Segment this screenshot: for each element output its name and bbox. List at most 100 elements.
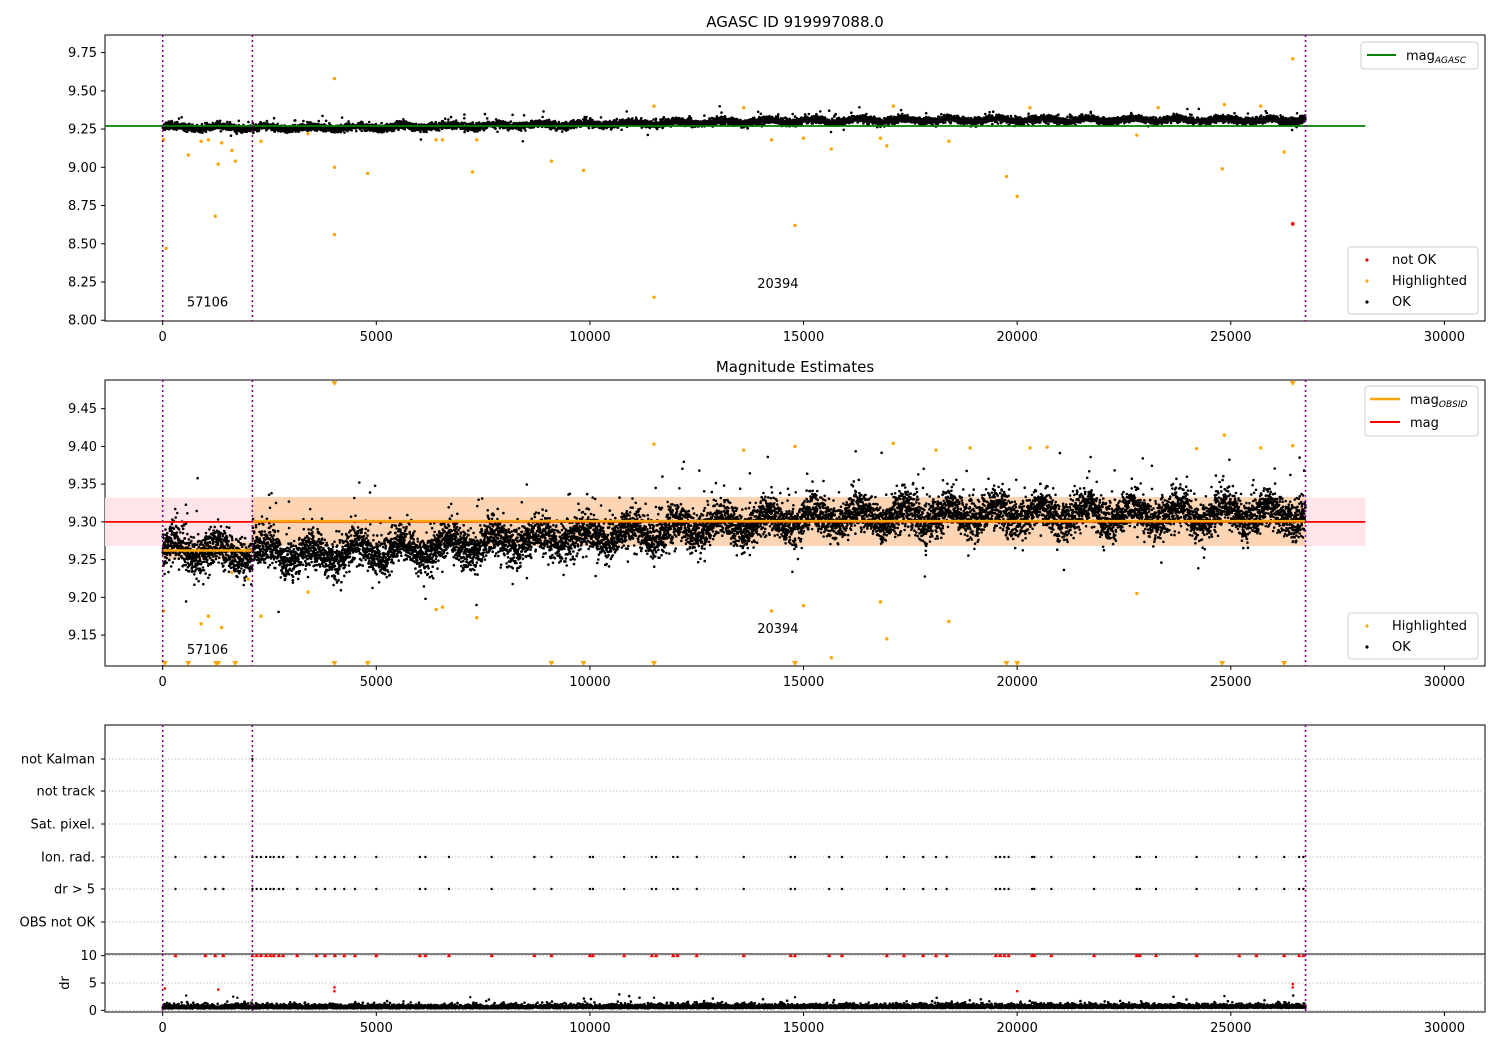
flag-point (1033, 887, 1036, 891)
highlighted-point (306, 590, 310, 594)
panel-agasc-data: 57106 20394 (105, 35, 1366, 321)
flag-point (1282, 855, 1286, 859)
highlighted-point (259, 139, 263, 143)
panel-dr-ylabel: dr (58, 976, 73, 990)
flag-point (343, 887, 346, 891)
flag-point (1030, 887, 1034, 891)
highlighted-point (1291, 57, 1295, 61)
flag-point (255, 887, 258, 891)
panel-agasc: AGASC ID 919997088.0 57106 20394 0 5000 100… (68, 13, 1486, 345)
dr-red-point (163, 987, 167, 990)
legend-mag-obsid-sub: OBSID (1439, 400, 1468, 410)
flag-point (588, 887, 592, 891)
agasc-ytick-label: 9.25 (68, 123, 97, 138)
highlighted-point (470, 170, 475, 174)
legend-mag-scatter: Highlighted OK (1347, 612, 1479, 660)
dr-xtick-label: 5000 (360, 1021, 393, 1036)
highlighted-point (199, 622, 203, 626)
flag-point (840, 855, 844, 859)
flag-point (934, 887, 938, 891)
flag-point (1135, 887, 1138, 891)
flag-label: Ion. rad. (41, 851, 95, 866)
flag-point (174, 855, 177, 859)
flag-point (1050, 855, 1053, 859)
dr-red-point (1015, 989, 1019, 993)
flag-point (921, 855, 925, 859)
flag-point (1282, 887, 1286, 891)
highlighted-point (1258, 104, 1263, 108)
highlighted-point (366, 171, 370, 176)
flag-point (622, 887, 626, 891)
legend-mag-agasc-base: mag (1406, 49, 1435, 64)
dr-xtick-label: 15000 (783, 1021, 824, 1036)
dr-red-point (1291, 982, 1295, 986)
legend-notok-marker (1365, 258, 1369, 262)
flag-point (269, 855, 272, 859)
highlighted-point (1028, 105, 1032, 110)
agasc-ytick-label: 8.50 (68, 237, 97, 252)
agasc-ytick-label: 8.00 (68, 314, 97, 329)
highlighted-point (213, 214, 217, 218)
flag-point (296, 887, 299, 891)
highlighted-point (829, 147, 834, 151)
flag-point (277, 855, 281, 859)
flag-point (1195, 887, 1198, 891)
flag-label: dr > 5 (54, 883, 95, 898)
flag-point (222, 887, 225, 891)
flag-point (1007, 855, 1010, 859)
flag-point (622, 855, 626, 859)
flag-point (1297, 887, 1301, 891)
flag-point (1297, 855, 1301, 859)
agasc-ytick-label: 9.00 (68, 161, 97, 176)
highlighted-point (891, 441, 895, 446)
panel-agasc-axes: 0 5000 10000 15000 20000 25000 30000 8.00 8.25 8.… (68, 46, 1465, 345)
agasc-xtick-label: 5000 (360, 330, 393, 345)
highlighted-point (440, 605, 445, 609)
mag-ytick-label: 9.45 (68, 402, 97, 417)
agasc-xtick-label: 20000 (996, 330, 1037, 345)
flag-point (533, 855, 536, 859)
highlighted-point (968, 446, 972, 450)
clipped-low-marker (1014, 661, 1021, 666)
highlighted-point (306, 131, 310, 136)
figure: AGASC ID 919997088.0 5710620394 0 5000 100… (20, 13, 1486, 1036)
highlighted-point (1222, 102, 1227, 107)
flag-point (695, 855, 698, 859)
flag-point (214, 887, 217, 891)
agasc-xtick-label: 10000 (569, 330, 610, 345)
dr-red-point (333, 986, 336, 989)
flag-point (1238, 855, 1241, 859)
dr-ok-points (161, 993, 1307, 1010)
highlighted-point (652, 442, 656, 446)
legend-mag-highlighted-label: Highlighted (1392, 619, 1467, 634)
flag-point (588, 855, 592, 859)
flag-point (375, 855, 378, 859)
flag-point (424, 855, 427, 859)
highlighted-point (1222, 433, 1227, 437)
flag-point (204, 855, 207, 859)
dr-xtick-label: 10000 (569, 1021, 610, 1036)
mag-xtick-label: 0 (159, 675, 167, 690)
clipped-low-marker (185, 661, 192, 666)
highlighted-point (259, 614, 263, 618)
flag-point (827, 887, 831, 891)
flag-point (840, 887, 844, 891)
flag-point (323, 887, 327, 891)
clipped-low-marker (580, 661, 587, 666)
dr-ytick-label: 10 (80, 949, 97, 964)
highlighted-point (1028, 446, 1032, 450)
flag-point (259, 887, 263, 891)
flag-point (1033, 855, 1036, 859)
highlighted-point (1015, 194, 1019, 199)
flag-point (934, 855, 938, 859)
flag-point (921, 887, 925, 891)
flag-label: OBS not OK (20, 916, 96, 931)
flag-point (353, 855, 357, 859)
panel-magnitude: Magnitude Estimates 57106 20394 0 5000 1000… (68, 358, 1486, 690)
flag-point (1138, 887, 1141, 891)
highlighted-point (440, 138, 445, 142)
flag-point (1092, 887, 1096, 891)
dr-outlier-point (652, 996, 656, 999)
legend-mag-highlighted-marker (1365, 624, 1369, 628)
highlighted-point (742, 105, 746, 110)
